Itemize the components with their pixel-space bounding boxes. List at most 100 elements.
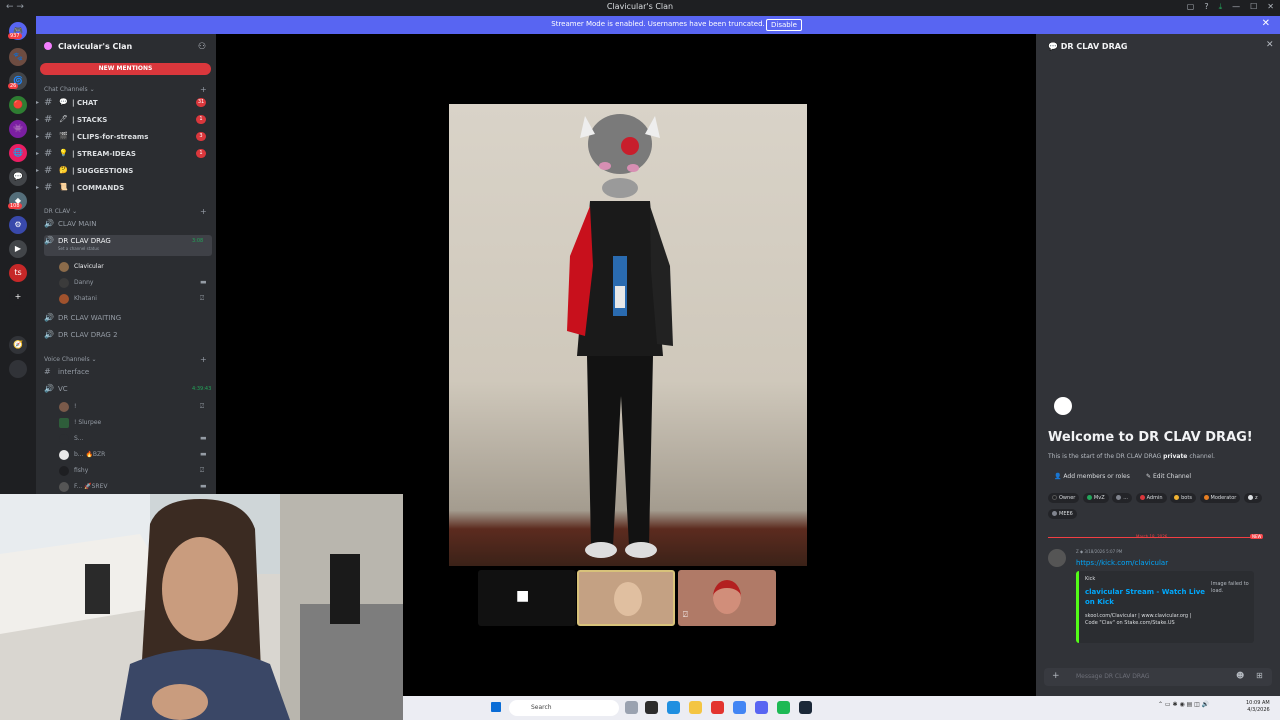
spotify-icon[interactable] bbox=[777, 701, 790, 714]
role-tag[interactable]: Moderator bbox=[1199, 493, 1241, 503]
channel-clips[interactable]: ▸ # 🎬 | CLIPS-for-streams 3 bbox=[36, 130, 212, 144]
maximize-button[interactable]: ☐ bbox=[1250, 2, 1257, 12]
avatar bbox=[59, 294, 69, 304]
voice-channel-drag-2[interactable]: 🔊 DR CLAV DRAG 2 bbox=[44, 329, 212, 343]
voice-channel-waiting[interactable]: 🔊 DR CLAV WAITING bbox=[44, 312, 212, 326]
add-channel-icon[interactable]: + bbox=[200, 207, 207, 216]
guild-name[interactable]: Clavicular's Clan bbox=[58, 42, 132, 51]
channel-suggestions[interactable]: ▸ # 🤔 | SUGGESTIONS bbox=[36, 164, 212, 178]
chrome-icon[interactable] bbox=[733, 701, 746, 714]
server-icon[interactable]: ⚙ bbox=[9, 216, 27, 234]
download-icon[interactable]: ⤓ bbox=[1219, 2, 1223, 12]
voice-user[interactable]: ! ⍁ bbox=[56, 400, 212, 414]
server-icon[interactable]: 🔴 bbox=[9, 96, 27, 114]
role-tag[interactable]: MEE6 bbox=[1048, 509, 1077, 519]
welcome-sub-bold: private bbox=[1163, 453, 1188, 460]
username: Khatani bbox=[74, 295, 97, 302]
invite-icon[interactable]: ⚇ bbox=[198, 42, 206, 52]
voice-user[interactable]: Khatani ⍁ bbox=[56, 292, 212, 306]
participant-tile[interactable] bbox=[577, 570, 675, 626]
role-tag[interactable]: z bbox=[1243, 493, 1262, 503]
camera-icon: ▬ bbox=[200, 450, 207, 458]
voice-user[interactable]: fishy ⍁ bbox=[56, 464, 212, 478]
embed-title[interactable]: clavicular Stream - Watch Live on Kick bbox=[1085, 587, 1209, 607]
participant-tile[interactable]: ⍁ bbox=[678, 570, 776, 626]
category-dr-clav[interactable]: DR CLAV ⌄ + bbox=[44, 207, 207, 216]
role-tag[interactable]: Admin bbox=[1135, 493, 1167, 503]
apps-icon[interactable]: ⊞ bbox=[1256, 671, 1263, 680]
discover-icon[interactable] bbox=[9, 360, 27, 378]
add-channel-icon[interactable]: + bbox=[200, 85, 207, 94]
server-icon[interactable]: ts bbox=[9, 264, 27, 282]
task-view-icon[interactable] bbox=[645, 701, 658, 714]
mention-badge: 1 bbox=[196, 115, 206, 124]
search-label: Search bbox=[531, 704, 552, 711]
voice-user[interactable]: Danny ▬ bbox=[56, 276, 212, 290]
hash-icon: # bbox=[44, 97, 53, 108]
role-tag[interactable]: bots bbox=[1170, 493, 1196, 503]
close-banner-icon[interactable]: ✕ bbox=[1262, 18, 1270, 29]
widgets-icon[interactable] bbox=[625, 701, 638, 714]
attach-icon[interactable]: + bbox=[1052, 671, 1060, 681]
help-icon[interactable]: ? bbox=[1204, 2, 1208, 12]
clock[interactable]: 10:09 AM 4/3/2026 bbox=[1246, 700, 1270, 714]
add-channel-icon[interactable]: + bbox=[200, 355, 207, 364]
close-window-button[interactable]: ✕ bbox=[1267, 2, 1274, 12]
emoji-icon[interactable]: ☻ bbox=[1236, 671, 1244, 680]
message-composer[interactable]: + Message DR CLAV DRAG ☻ ⊞ bbox=[1044, 668, 1272, 686]
role-color-dot bbox=[1139, 495, 1145, 500]
avatar[interactable] bbox=[1048, 549, 1066, 567]
inbox-icon[interactable]: ▢ bbox=[1187, 2, 1195, 12]
mention-badge: 31 bbox=[196, 98, 206, 107]
add-server-icon[interactable]: 🧭 bbox=[9, 336, 27, 354]
username: S... bbox=[74, 435, 84, 442]
voice-user[interactable]: b... 🔥BZR ▬ bbox=[56, 448, 212, 462]
role-tag[interactable]: Owner bbox=[1048, 493, 1080, 503]
server-icon[interactable]: + bbox=[9, 288, 27, 306]
voice-user[interactable]: F... 🚀SREV ▬ bbox=[56, 480, 212, 494]
steam-icon[interactable] bbox=[799, 701, 812, 714]
discord-icon[interactable] bbox=[755, 701, 768, 714]
channel-stacks[interactable]: ▸ # 🖊 | STACKS 1 bbox=[36, 113, 212, 127]
server-badge: 26 bbox=[8, 83, 19, 89]
add-members-button[interactable]: 👤 Add members or roles bbox=[1054, 473, 1130, 480]
message-link[interactable]: https://kick.com/clavicular bbox=[1076, 559, 1168, 567]
app-icon[interactable] bbox=[667, 701, 680, 714]
voice-user[interactable]: Clavicular bbox=[56, 260, 212, 274]
edit-channel-button[interactable]: ✎ Edit Channel bbox=[1146, 473, 1191, 480]
disable-streamer-mode-button[interactable]: Disable bbox=[766, 19, 802, 31]
file-explorer-icon[interactable] bbox=[689, 701, 702, 714]
server-icon[interactable]: 🐾 bbox=[9, 48, 27, 66]
role-tag[interactable]: MvZ bbox=[1082, 493, 1109, 503]
windows-start-icon[interactable] bbox=[491, 702, 501, 712]
voice-channel-dr-clav-drag[interactable]: 🔊 DR CLAV DRAG 3:08 Set a channel status bbox=[44, 235, 212, 256]
text-channel-interface[interactable]: # interface bbox=[44, 366, 212, 380]
app-icon[interactable] bbox=[711, 701, 724, 714]
role-tag[interactable]: ... bbox=[1112, 493, 1132, 503]
server-icon[interactable]: 💬 bbox=[9, 168, 27, 186]
voice-channel-clav-main[interactable]: 🔊 CLAV MAIN bbox=[44, 218, 212, 232]
category-voice[interactable]: Voice Channels ⌄ + bbox=[44, 355, 207, 364]
embed-description: skool.com/Clavicular | www.clavicular.or… bbox=[1085, 613, 1192, 626]
channel-commands[interactable]: ▸ # 📜 | COMMANDS bbox=[36, 181, 212, 195]
system-tray[interactable]: ⌃ ▭ ✱ ◉ ▤ ◫ 🔊 bbox=[1158, 701, 1209, 708]
server-icon[interactable]: 🌐 bbox=[9, 144, 27, 162]
taskbar-search[interactable]: Search bbox=[509, 700, 619, 716]
server-icon[interactable]: 👾 bbox=[9, 120, 27, 138]
voice-user[interactable]: S... ▬ bbox=[56, 432, 212, 446]
channel-emoji: 💡 bbox=[59, 149, 68, 157]
close-panel-icon[interactable]: ✕ bbox=[1266, 40, 1274, 50]
mute-icon: ⍁ bbox=[683, 610, 688, 619]
channel-stream-ideas[interactable]: ▸ # 💡 | STREAM-IDEAS 1 bbox=[36, 147, 212, 161]
category-chat[interactable]: Chat Channels ⌄ + bbox=[44, 85, 207, 94]
voice-channel-vc[interactable]: 🔊 VC 4:39:43 bbox=[44, 383, 212, 397]
avatar bbox=[59, 262, 69, 272]
channel-status[interactable]: Set a channel status bbox=[58, 246, 99, 251]
new-mentions-pill[interactable]: NEW MENTIONS bbox=[40, 63, 211, 75]
channel-chat[interactable]: ▸ # 💬 | CHAT 31 bbox=[36, 96, 212, 110]
minimize-button[interactable]: — bbox=[1232, 2, 1240, 12]
voice-user[interactable]: ! Slurpee bbox=[56, 416, 212, 430]
server-icon[interactable]: ▶ bbox=[9, 240, 27, 258]
camera-off-tile[interactable]: ■ bbox=[478, 570, 576, 626]
window-controls: ▢ ? ⤓ — ☐ ✕ bbox=[1187, 2, 1274, 12]
